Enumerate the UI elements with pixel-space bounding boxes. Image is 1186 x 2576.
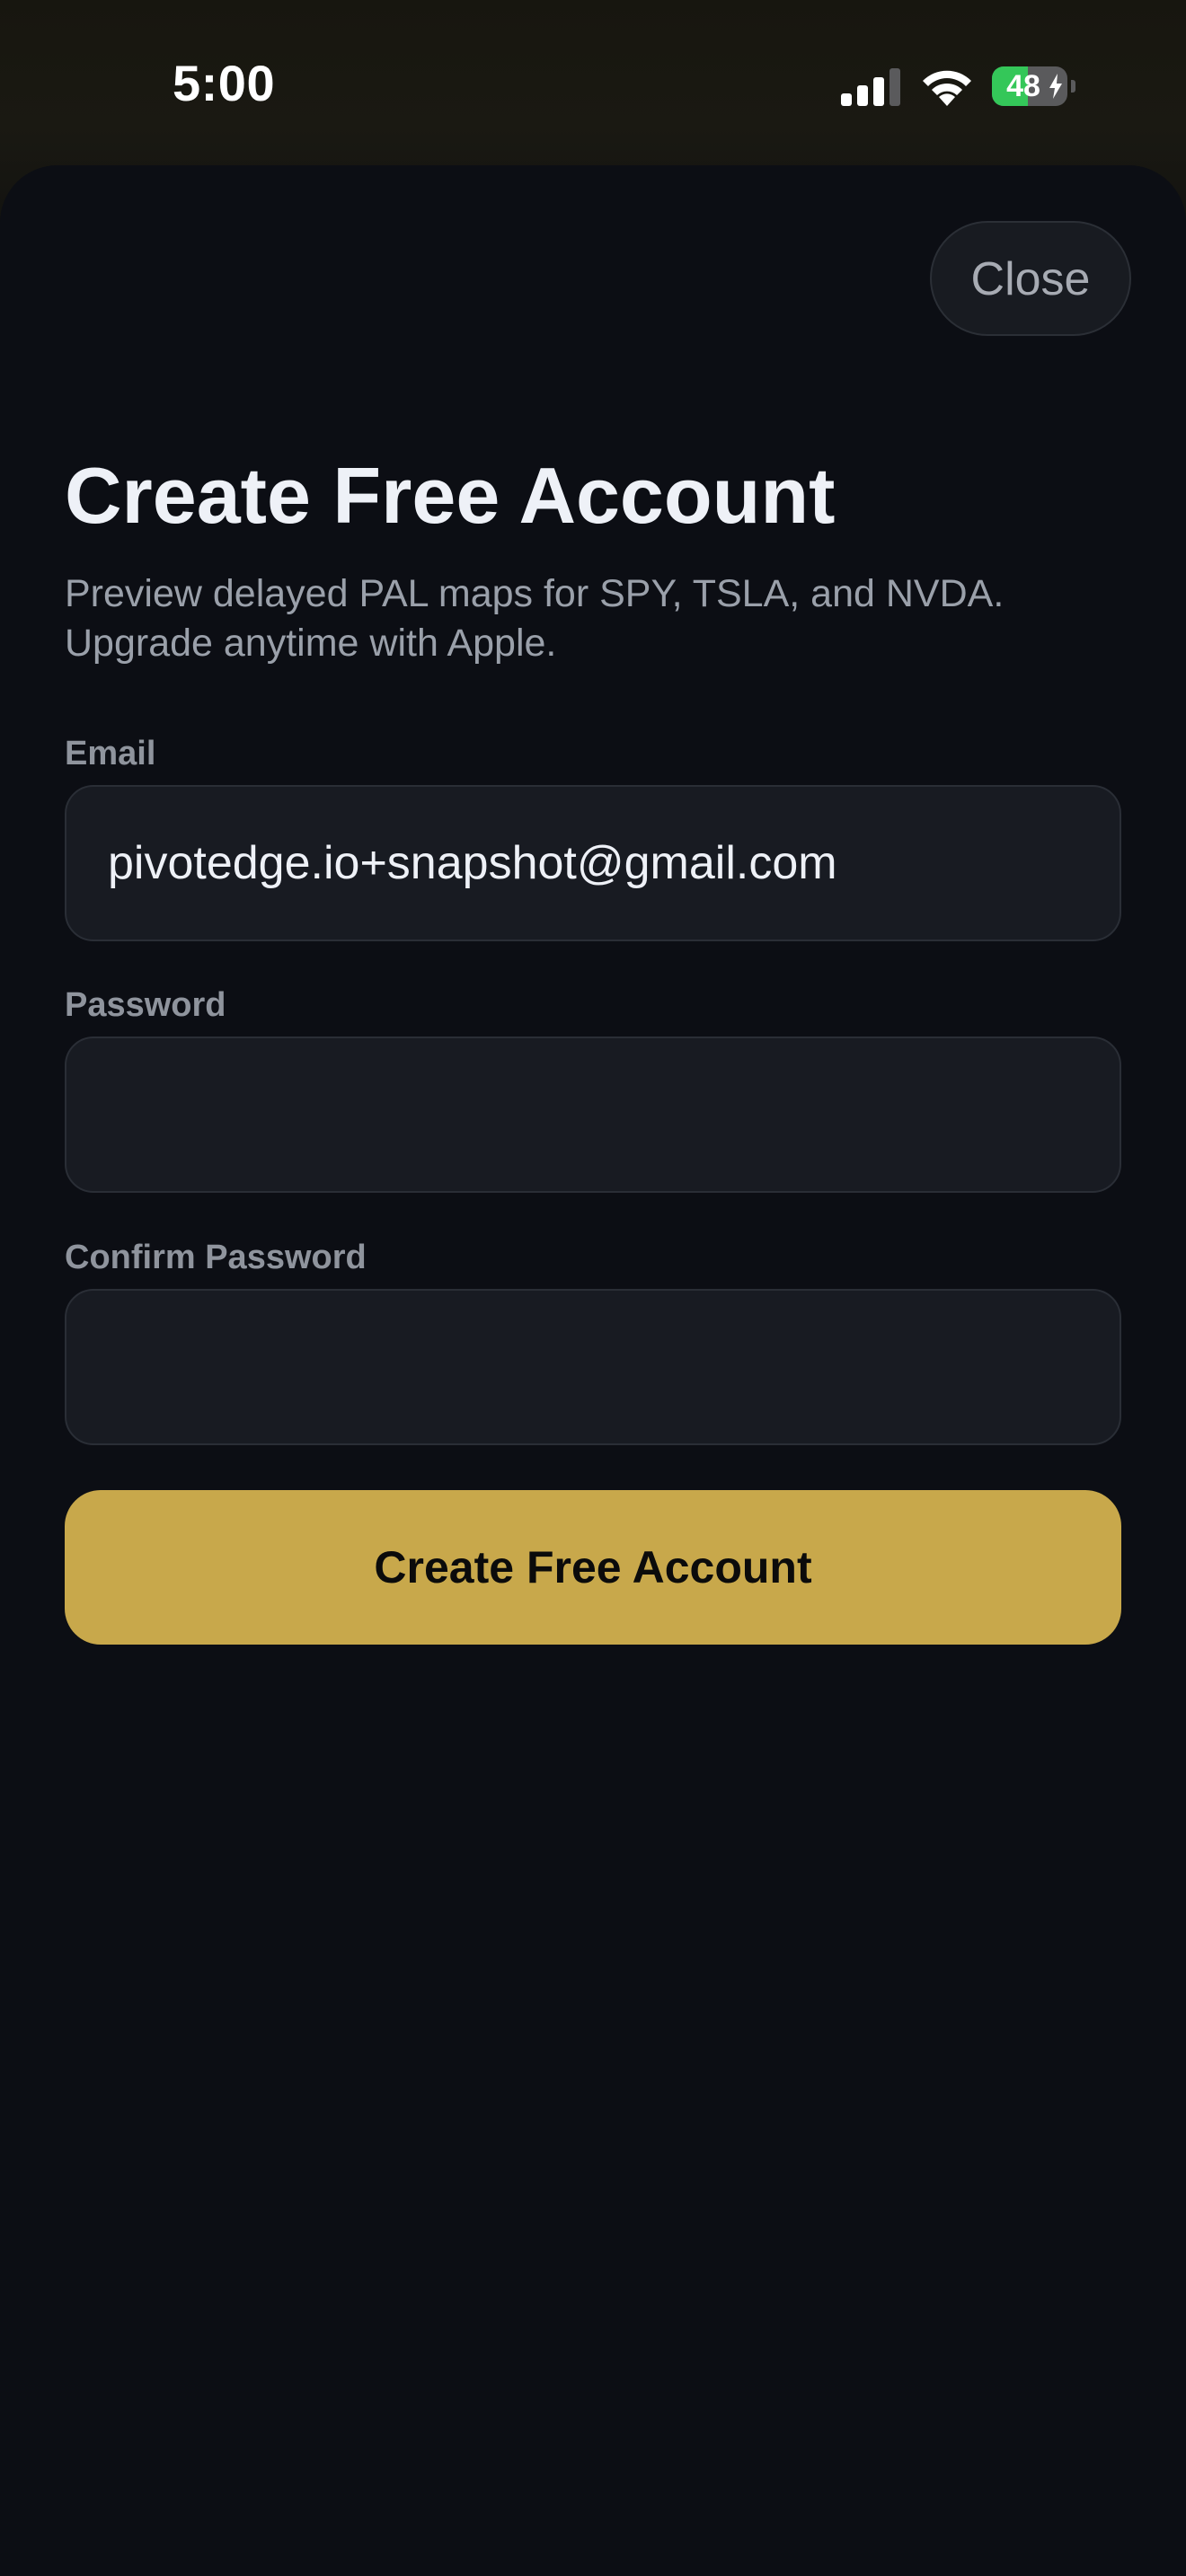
confirm-password-field[interactable]: [65, 1289, 1121, 1445]
status-bar: 5:00 48: [0, 0, 1186, 162]
password-label: Password: [65, 986, 226, 1024]
battery-charging-icon: 48: [992, 66, 1075, 106]
page-title: Create Free Account: [65, 451, 836, 540]
wifi-icon: [923, 70, 971, 106]
page-subtitle: Preview delayed PAL maps for SPY, TSLA, …: [65, 572, 1005, 665]
battery-level: 48: [1006, 69, 1040, 103]
create-account-button[interactable]: Create Free Account: [65, 1490, 1121, 1645]
close-button[interactable]: Close: [930, 221, 1131, 336]
create-account-sheet: Close Create Free Account Preview delaye…: [0, 165, 1186, 2576]
charging-bolt-icon: [1049, 74, 1062, 99]
password-field[interactable]: [65, 1037, 1121, 1193]
email-label: Email: [65, 735, 156, 772]
email-field[interactable]: [65, 785, 1121, 941]
status-time: 5:00: [173, 55, 276, 111]
confirm-password-label: Confirm Password: [65, 1239, 367, 1276]
cellular-signal-icon: [841, 68, 900, 106]
